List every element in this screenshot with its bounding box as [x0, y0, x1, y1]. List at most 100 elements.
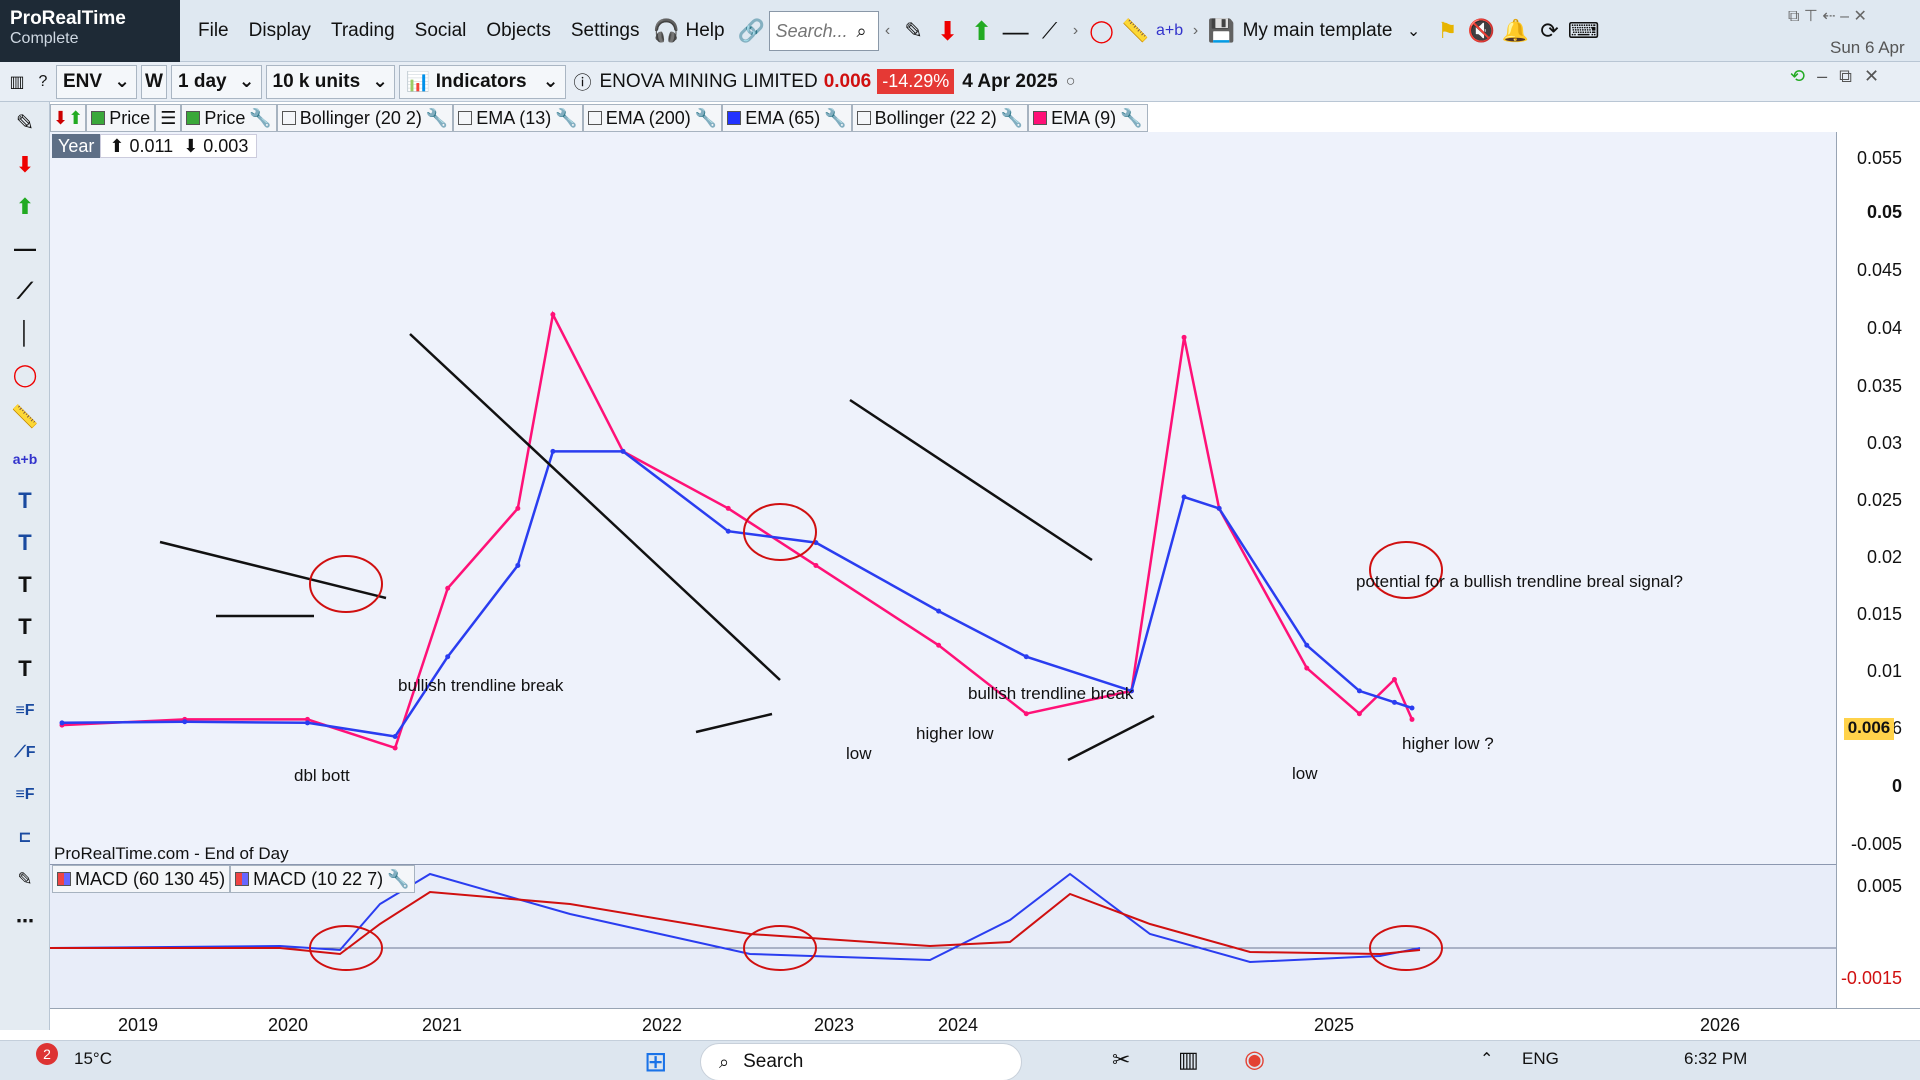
question-icon[interactable]: ? [30, 65, 56, 99]
chevron-right-icon[interactable]: › [1067, 14, 1085, 48]
wrench-icon[interactable]: 🔧 [1120, 108, 1142, 129]
timeframe-selector[interactable]: 1 day ⌄ [171, 64, 262, 99]
pencil-icon[interactable]: ✎ [897, 14, 931, 48]
sell-arrow-icon[interactable]: ⬇ [931, 14, 965, 48]
maximize-chart-icon[interactable]: ⧉ [1839, 66, 1852, 87]
trendline-icon[interactable]: ⟋ [0, 270, 50, 312]
taskbar-search[interactable]: ⌕ Search [700, 1043, 1022, 1080]
search-icon[interactable]: ⌕ [845, 14, 879, 48]
fibonacci-icon[interactable]: a+b [0, 438, 50, 480]
menu-file[interactable]: File [188, 0, 239, 62]
pin-icon[interactable]: ⊤ [1804, 8, 1818, 25]
arrow-icon[interactable]: ⇠ [1822, 8, 1835, 25]
detach-icon[interactable]: ⧉ [1788, 8, 1799, 25]
list-icon[interactable]: ☰ [155, 104, 182, 132]
macd-indicator-2[interactable]: MACD (10 22 7) 🔧 [230, 865, 415, 893]
symbol-selector[interactable]: ENV ⌄ [56, 64, 137, 99]
close-icon[interactable]: ✕ [1854, 8, 1867, 25]
ellipse-tool-icon[interactable]: ◯ [1085, 14, 1119, 48]
menu-social[interactable]: Social [405, 0, 477, 62]
template-selector[interactable]: My main template [1239, 0, 1397, 62]
up-button-icon[interactable]: ⬆ [68, 108, 83, 129]
chevron-right-icon-2[interactable]: › [1187, 14, 1205, 48]
indicator-ema-13[interactable]: EMA (13) 🔧 [453, 104, 583, 132]
buy-arrow-icon[interactable]: ⬆ [0, 186, 50, 228]
fib-retracement-icon[interactable]: ≡F [0, 774, 50, 816]
text-tool-icon[interactable]: T [0, 480, 50, 522]
wrench-icon[interactable]: 🔧 [555, 108, 577, 129]
indicator-price-1[interactable]: Price [86, 104, 156, 132]
close-chart-icon[interactable]: ✕ [1864, 66, 1879, 87]
indicator-bollinger-22[interactable]: Bollinger (22 2) 🔧 [851, 104, 1029, 132]
clock-time[interactable]: 6:32 PM [1684, 1049, 1747, 1069]
chrome-icon[interactable]: ◉ [1244, 1045, 1265, 1074]
channel-icon[interactable]: ⊏ [0, 816, 50, 858]
fibonacci-icon[interactable]: a+b [1153, 14, 1187, 48]
indicator-price-2[interactable]: Price 🔧 [181, 104, 277, 132]
menu-display[interactable]: Display [239, 0, 321, 62]
flag-icon[interactable]: ⚑ [1431, 14, 1465, 48]
cursor-tools-icon[interactable]: ✎ [0, 858, 50, 900]
watchlist-button[interactable]: W [141, 64, 167, 99]
prorealtime-taskbar-icon[interactable]: ▥ [1178, 1047, 1199, 1073]
alerts-icon[interactable]: 🔔 [1499, 14, 1533, 48]
minimize-chart-icon[interactable]: – [1817, 66, 1827, 87]
ellipse-tool-icon[interactable]: ◯ [0, 354, 50, 396]
refresh-icon[interactable]: ⟳ [1533, 14, 1567, 48]
minimize-icon[interactable]: – [1840, 8, 1849, 25]
fib-arc-icon[interactable]: ⟋F [0, 732, 50, 774]
indicator-ema-200[interactable]: EMA (200) 🔧 [582, 104, 723, 132]
chart-type-icon[interactable]: ▥ [4, 65, 30, 99]
mute-icon[interactable]: 🔇 [1465, 14, 1499, 48]
time-axis[interactable]: 2019 2020 2021 2022 2023 2024 2025 2026 [50, 1008, 1920, 1040]
price-axis[interactable]: 0.055 0.05 0.045 0.04 0.035 0.03 0.025 0.02 0.01… [1836, 132, 1920, 1008]
fib-fan-icon[interactable]: ≡F [0, 690, 50, 732]
pencil-icon[interactable]: ✎ [0, 102, 50, 144]
ruler-icon[interactable]: 📏 [0, 396, 50, 438]
keyboard-icon[interactable]: ⌨ [1567, 14, 1601, 48]
windows-start-icon[interactable]: ⊞ [644, 1045, 667, 1078]
horizontal-line-icon[interactable]: — [0, 228, 50, 270]
snip-tool-icon[interactable]: ✂ [1112, 1047, 1130, 1073]
text-tool-icon-4[interactable]: T [0, 606, 50, 648]
wrench-icon[interactable]: 🔧 [1001, 108, 1023, 129]
sell-arrow-icon[interactable]: ⬇ [0, 144, 50, 186]
ruler-icon[interactable]: 📏 [1119, 14, 1153, 48]
text-tool-icon-3[interactable]: T [0, 564, 50, 606]
trendline-icon[interactable]: ⟋ [1033, 14, 1067, 48]
buy-arrow-icon[interactable]: ⬆ [965, 14, 999, 48]
macd-indicator-1[interactable]: MACD (60 130 45) [52, 865, 231, 893]
indicator-bollinger-20[interactable]: Bollinger (20 2) 🔧 [276, 104, 454, 132]
sync-icon[interactable]: ⟲ [1790, 66, 1805, 87]
menu-settings[interactable]: Settings [561, 0, 650, 62]
wrench-icon[interactable]: 🔧 [387, 869, 409, 890]
chevron-down-icon[interactable]: ⌄ [1397, 14, 1431, 48]
indicator-ema-65[interactable]: EMA (65) 🔧 [722, 104, 852, 132]
wrench-icon[interactable]: 🔧 [426, 108, 448, 129]
menu-objects[interactable]: Objects [476, 0, 560, 62]
horizontal-line-icon[interactable]: — [999, 14, 1033, 48]
collapse-buttons[interactable]: ⬇ ⬆ [50, 104, 87, 132]
headset-icon[interactable]: 🎧 [649, 14, 683, 48]
weather-temp[interactable]: 15°C [74, 1049, 112, 1069]
down-button-icon[interactable]: ⬇ [53, 108, 68, 129]
chevron-left-icon[interactable]: ‹ [879, 14, 897, 48]
vertical-line-icon[interactable]: │ [0, 312, 50, 354]
indicator-ema-9[interactable]: EMA (9) 🔧 [1028, 104, 1148, 132]
app-brand[interactable]: ProRealTime Complete [0, 0, 180, 62]
menu-help[interactable]: Help [683, 0, 734, 62]
menu-trading[interactable]: Trading [321, 0, 405, 62]
tray-chevron-icon[interactable]: ⌃ [1480, 1049, 1493, 1069]
link-icon[interactable]: 🔗 [735, 14, 769, 48]
language-indicator[interactable]: ENG [1522, 1049, 1559, 1069]
indicators-button[interactable]: 📊 Indicators ⌄ [399, 64, 566, 99]
save-icon[interactable]: 💾 [1205, 14, 1239, 48]
wrench-icon[interactable]: 🔧 [824, 108, 846, 129]
text-tool-icon-2[interactable]: T [0, 522, 50, 564]
wrench-icon[interactable]: 🔧 [695, 108, 717, 129]
text-tool-icon-5[interactable]: T [0, 648, 50, 690]
info-icon[interactable]: ⓘ [570, 65, 596, 99]
units-selector[interactable]: 10 k units ⌄ [265, 64, 396, 99]
wrench-icon[interactable]: 🔧 [249, 108, 271, 129]
more-tools-icon[interactable]: ⋯ [0, 900, 50, 942]
